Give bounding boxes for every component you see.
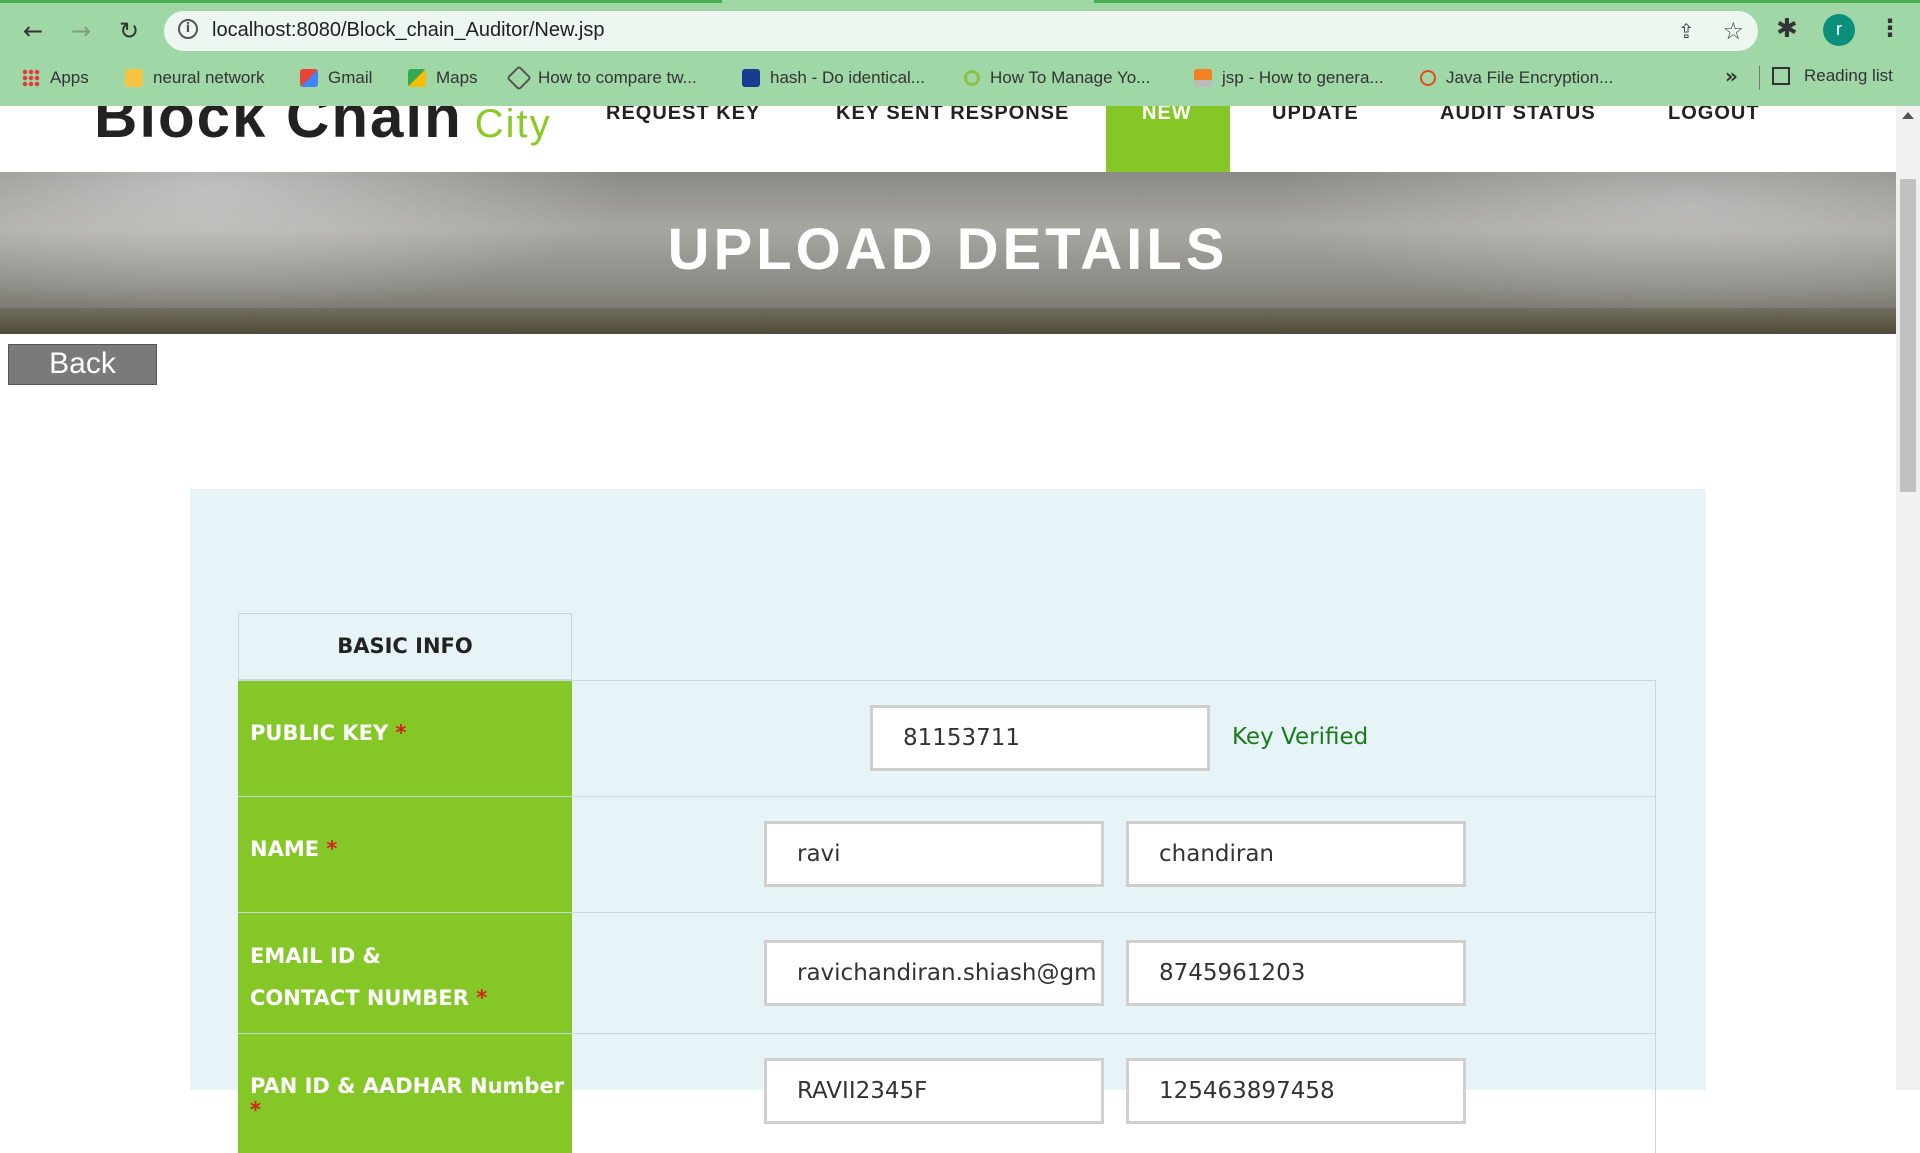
email-input[interactable]: ravichandiran.shiash@gm [764,940,1104,1006]
reading-list-button[interactable]: Reading list [1772,66,1893,86]
aadhar-number-input[interactable]: 125463897458 [1126,1058,1466,1124]
share-icon[interactable]: ⇪ [1678,19,1700,43]
name-label: NAME * [238,797,572,912]
apps-grid-icon [22,69,40,87]
pan-id-input[interactable]: RAVII2345F [764,1058,1104,1124]
page-banner: UPLOAD DETAILS [0,172,1896,334]
bookmark-gmail[interactable]: Gmail [300,66,372,90]
divider [1655,913,1656,1033]
nav-update[interactable]: UPDATE [1272,106,1359,125]
required-marker: * [476,986,488,1010]
reading-list-label: Reading list [1804,66,1893,85]
address-bar[interactable]: i localhost:8080/Block_chain_Auditor/New… [164,11,1758,51]
required-marker: * [326,837,338,861]
banner-image [0,308,1896,334]
bookmark-label: Apps [50,68,89,87]
bookmark-label: Gmail [328,68,373,87]
maps-icon [408,69,426,87]
last-name-input[interactable]: chandiran [1126,821,1466,887]
folder-icon [125,69,143,87]
browser-chrome: ← → ↻ i localhost:8080/Block_chain_Audit… [0,0,1920,106]
browser-menu-icon[interactable]: ⋮ [1878,14,1902,42]
required-marker: * [250,1098,261,1122]
bookmark-label: How To Manage Yo... [990,68,1151,87]
bookmark-label: neural network [153,68,265,87]
bookmarks-overflow-icon[interactable]: » [1725,64,1738,88]
tab-strip-indicator [1094,0,1920,3]
divider [1655,797,1656,912]
public-key-input[interactable]: 81153711 [870,705,1210,771]
site-header: Block Chain City REQUEST KEY KEY SENT RES… [0,106,1896,172]
page-scrollbar[interactable] [1896,106,1920,1090]
nav-new[interactable]: NEW [1142,106,1192,125]
bookmark-maps[interactable]: Maps [408,66,478,90]
label-text: CONTACT NUMBER [250,986,469,1010]
bookmark-label: jsp - How to genera... [1222,68,1384,87]
site-logo[interactable]: Block Chain City [94,106,552,151]
gmail-icon [300,69,318,87]
bookmark-neural-network[interactable]: neural network [125,66,265,90]
scrollbar-thumb[interactable] [1900,179,1916,492]
first-name-input[interactable]: ravi [764,821,1104,887]
stackoverflow-icon [1194,69,1212,87]
back-arrow-icon[interactable]: ← [16,14,50,48]
nav-logout[interactable]: LOGOUT [1668,106,1760,125]
public-key-row: PUBLIC KEY * 81153711 Key Verified [238,680,1656,796]
site-icon [506,65,532,91]
profile-avatar[interactable]: r [1823,14,1855,46]
form-panel: BASIC INFO PUBLIC KEY * 81153711 Key Ver… [190,489,1706,1153]
logo-sub-text: City [474,106,552,146]
logo-main-text: Block Chain [94,106,463,150]
bookmark-label: hash - Do identical... [770,68,925,87]
back-button[interactable]: Back [8,344,157,385]
scroll-up-arrow-icon[interactable] [1902,112,1914,119]
divider [1655,1034,1656,1153]
reading-list-icon [1772,67,1790,85]
name-row: NAME * ravi chandiran [238,796,1656,912]
label-text: PAN ID & AADHAR Number [250,1074,565,1098]
divider [1655,681,1656,796]
forward-arrow-icon[interactable]: → [64,14,98,48]
bookmark-compare[interactable]: How to compare tw... [506,65,697,91]
email-contact-label: EMAIL ID & CONTACT NUMBER * [238,913,572,1033]
bookmark-label: How to compare tw... [538,68,697,87]
section-header-basic-info: BASIC INFO [238,613,572,680]
bookmark-java[interactable]: Java File Encryption... [1420,66,1613,90]
email-contact-row: EMAIL ID & CONTACT NUMBER * ravichandira… [238,912,1656,1033]
nav-audit-status[interactable]: AUDIT STATUS [1440,106,1596,125]
divider [1759,66,1760,90]
public-key-label: PUBLIC KEY * [238,681,572,796]
bookmark-label: Maps [436,68,478,87]
site-icon [964,70,980,86]
key-verified-status: Key Verified [1232,724,1369,750]
reload-icon[interactable]: ↻ [112,14,146,48]
pan-aadhar-label: PAN ID & AADHAR Number * [238,1034,572,1153]
url-text[interactable]: localhost:8080/Block_chain_Auditor/New.j… [212,19,604,42]
bookmark-manage[interactable]: How To Manage Yo... [964,66,1150,90]
label-text: EMAIL ID & [250,944,381,968]
nav-key-sent-response[interactable]: KEY SENT RESPONSE [836,106,1069,125]
contact-number-input[interactable]: 8745961203 [1126,940,1466,1006]
bookmark-jsp[interactable]: jsp - How to genera... [1194,66,1384,90]
bookmark-star-icon[interactable]: ☆ [1722,17,1744,45]
pan-aadhar-row: PAN ID & AADHAR Number * RAVII2345F 1254… [238,1033,1656,1153]
label-text: PUBLIC KEY [250,721,389,745]
required-marker: * [395,721,407,745]
site-icon [742,69,760,87]
site-info-icon[interactable]: i [178,19,198,39]
extensions-puzzle-icon[interactable]: ✱ [1776,14,1798,44]
tab-strip-indicator [0,0,722,3]
site-icon [1420,70,1436,86]
bookmarks-bar: Apps neural network Gmail Maps How to co… [0,62,1920,92]
bookmark-label: Java File Encryption... [1446,68,1614,87]
bookmark-hash[interactable]: hash - Do identical... [742,66,925,90]
page-title: UPLOAD DETAILS [667,217,1229,282]
nav-request-key[interactable]: REQUEST KEY [606,106,760,125]
label-text: NAME [250,837,320,861]
bookmark-apps[interactable]: Apps [22,66,89,90]
